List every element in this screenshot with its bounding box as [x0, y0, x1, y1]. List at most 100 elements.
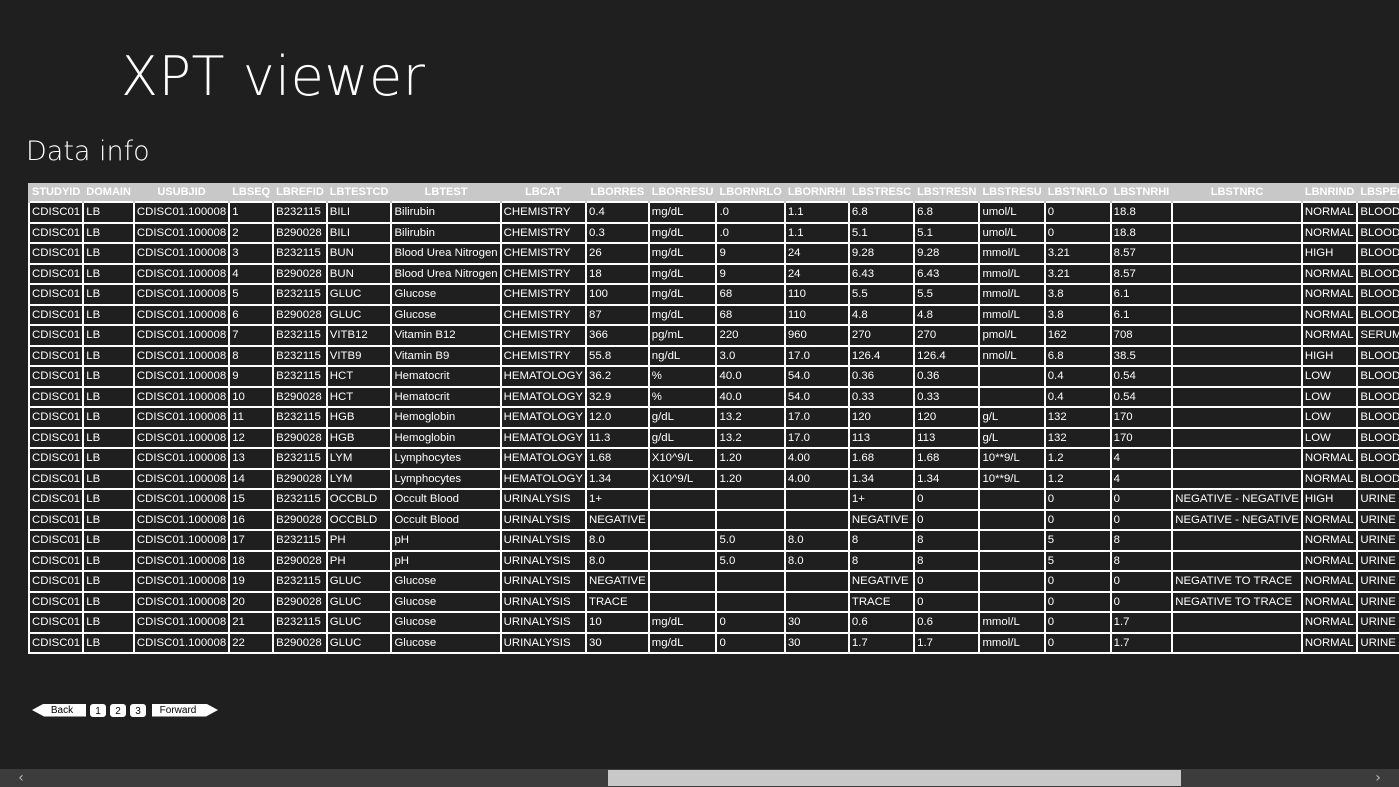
table-cell-studyid[interactable]: CDISC01	[28, 385, 85, 408]
table-cell-lbstresu[interactable]: mmol/L	[978, 262, 1046, 285]
table-cell-lbornrlo[interactable]: 5.0	[715, 529, 786, 552]
table-cell-lbstresu[interactable]: pmol/L	[978, 324, 1046, 347]
table-cell-lbstnrhi[interactable]: 8.57	[1109, 242, 1174, 265]
table-cell-lbornrhi[interactable]	[783, 590, 850, 613]
table-cell-lbspec[interactable]: BLOOD	[1356, 447, 1399, 470]
table-cell-lbnrind[interactable]: NORMAL	[1300, 467, 1359, 490]
table-cell-lborres[interactable]: 26	[584, 242, 650, 265]
column-header-lbstresn[interactable]: LBSTRESN	[913, 183, 980, 202]
table-cell-domain[interactable]: LB	[82, 324, 135, 347]
column-header-lbtest[interactable]: LBTEST	[390, 183, 501, 202]
table-cell-lbseq[interactable]: 22	[228, 631, 275, 654]
table-cell-lbstnrc[interactable]	[1171, 262, 1303, 285]
table-cell-lbstnrhi[interactable]: 1.7	[1109, 611, 1174, 634]
table-cell-domain[interactable]: LB	[82, 283, 135, 306]
table-cell-lbstnrhi[interactable]: 708	[1109, 324, 1174, 347]
table-cell-studyid[interactable]: CDISC01	[28, 467, 85, 490]
table-cell-lbstresn[interactable]: 6.8	[913, 201, 981, 224]
table-cell-lbstnrc[interactable]	[1171, 406, 1303, 429]
table-cell-lbcat[interactable]: HEMATOLOGY	[499, 426, 587, 449]
table-cell-lbstresn[interactable]: 0.33	[913, 385, 981, 408]
table-cell-lbnrind[interactable]: HIGH	[1300, 242, 1359, 265]
table-cell-lbnrind[interactable]: HIGH	[1300, 344, 1359, 367]
table-cell-lbstresu[interactable]	[978, 508, 1046, 531]
table-cell-lbrefid[interactable]: B290028	[272, 385, 328, 408]
table-cell-lbstnrc[interactable]: NEGATIVE - NEGATIVE	[1171, 488, 1303, 511]
table-cell-lborres[interactable]: 1.34	[584, 467, 650, 490]
table-cell-studyid[interactable]: CDISC01	[28, 549, 85, 572]
table-cell-lbcat[interactable]: HEMATOLOGY	[499, 406, 587, 429]
table-cell-lbtestcd[interactable]: OCCBLD	[325, 488, 393, 511]
table-cell-lbrefid[interactable]: B232115	[272, 529, 328, 552]
table-cell-usubjid[interactable]: CDISC01.100008	[132, 631, 231, 654]
table-cell-lbtest[interactable]: Bilirubin	[390, 201, 502, 224]
table-cell-usubjid[interactable]: CDISC01.100008	[132, 529, 231, 552]
table-cell-lbspec[interactable]: BLOOD	[1356, 283, 1399, 306]
table-cell-lbstnrlo[interactable]: 5	[1043, 529, 1112, 552]
table-cell-lbstnrlo[interactable]: 6.8	[1043, 344, 1112, 367]
table-cell-lbstresn[interactable]: 8	[913, 529, 981, 552]
table-cell-lbtestcd[interactable]: BUN	[325, 242, 393, 265]
table-cell-lbspec[interactable]: BLOOD	[1356, 344, 1399, 367]
table-cell-lbstnrc[interactable]	[1171, 447, 1303, 470]
table-cell-lbstresc[interactable]: 0.33	[847, 385, 916, 408]
table-cell-lbspec[interactable]: URINE	[1356, 611, 1399, 634]
table-row[interactable]: CDISC01 LB CDISC01.100008 5 B232115 GLUC Gluco…	[28, 283, 1399, 306]
table-row[interactable]: CDISC01 LB CDISC01.100008 20 B290028 GLUC Gluc…	[28, 590, 1399, 613]
table-cell-lbcat[interactable]: URINALYSIS	[499, 529, 587, 552]
table-cell-lbstnrhi[interactable]: 170	[1109, 426, 1174, 449]
table-cell-lbstresu[interactable]	[978, 488, 1046, 511]
table-cell-studyid[interactable]: CDISC01	[28, 570, 85, 593]
table-cell-lbrefid[interactable]: B290028	[272, 303, 328, 326]
table-cell-lbstnrhi[interactable]: 0.54	[1109, 365, 1174, 388]
table-cell-lbcat[interactable]: URINALYSIS	[499, 549, 587, 572]
table-cell-lborres[interactable]: 0.3	[584, 221, 650, 244]
column-header-lbstnrhi[interactable]: LBSTNRHI	[1109, 183, 1173, 202]
table-cell-lborresu[interactable]: mg/dL	[647, 201, 718, 224]
table-cell-domain[interactable]: LB	[82, 529, 135, 552]
table-cell-lbornrhi[interactable]: 17.0	[783, 344, 850, 367]
table-cell-lborresu[interactable]	[647, 488, 718, 511]
table-row[interactable]: CDISC01 LB CDISC01.100008 8 B232115 VITB9 Vita…	[28, 344, 1399, 367]
table-cell-lbrefid[interactable]: B232115	[272, 242, 328, 265]
table-cell-lbtest[interactable]: Glucose	[390, 590, 502, 613]
table-cell-lbstresu[interactable]: mmol/L	[978, 631, 1046, 654]
table-cell-domain[interactable]: LB	[82, 590, 135, 613]
table-cell-studyid[interactable]: CDISC01	[28, 631, 85, 654]
table-cell-lbcat[interactable]: HEMATOLOGY	[499, 365, 587, 388]
table-cell-lbstresc[interactable]: 120	[847, 406, 916, 429]
table-cell-lborres[interactable]: 366	[584, 324, 650, 347]
table-cell-lborresu[interactable]: %	[647, 365, 718, 388]
page-button-1[interactable]: 1	[90, 703, 106, 717]
table-cell-lbstresu[interactable]: 10**9/L	[978, 447, 1046, 470]
table-cell-lbornrlo[interactable]: 9	[715, 242, 786, 265]
table-cell-lbtestcd[interactable]: PH	[325, 549, 393, 572]
table-cell-lbrefid[interactable]: B290028	[272, 467, 328, 490]
table-cell-lbrefid[interactable]: B290028	[272, 590, 328, 613]
table-cell-lbstresn[interactable]: 0	[913, 488, 981, 511]
table-cell-lbornrlo[interactable]: 0	[715, 611, 786, 634]
table-cell-lbornrhi[interactable]: 1.1	[783, 201, 850, 224]
table-cell-studyid[interactable]: CDISC01	[28, 324, 85, 347]
table-cell-lbrefid[interactable]: B232115	[272, 201, 328, 224]
table-cell-domain[interactable]: LB	[82, 344, 135, 367]
table-cell-lbspec[interactable]: URINE	[1356, 488, 1399, 511]
table-cell-studyid[interactable]: CDISC01	[28, 365, 85, 388]
table-cell-studyid[interactable]: CDISC01	[28, 242, 85, 265]
table-cell-lbnrind[interactable]: NORMAL	[1300, 283, 1359, 306]
table-cell-lbornrlo[interactable]: 40.0	[715, 385, 786, 408]
table-cell-lbornrlo[interactable]: 1.20	[715, 447, 786, 470]
table-cell-lbseq[interactable]: 14	[228, 467, 275, 490]
table-cell-lbspec[interactable]: BLOOD	[1356, 221, 1399, 244]
table-cell-lbstresn[interactable]: 8	[913, 549, 981, 572]
table-cell-lbstresc[interactable]: 1+	[847, 488, 916, 511]
table-cell-lbornrlo[interactable]	[715, 488, 786, 511]
table-cell-lbrefid[interactable]: B232115	[272, 570, 328, 593]
table-cell-studyid[interactable]: CDISC01	[28, 529, 85, 552]
table-row[interactable]: CDISC01 LB CDISC01.100008 12 B290028 HGB Hemog…	[28, 426, 1399, 449]
table-cell-lbseq[interactable]: 12	[228, 426, 275, 449]
table-cell-lbseq[interactable]: 16	[228, 508, 275, 531]
table-cell-lbtestcd[interactable]: GLUC	[325, 590, 393, 613]
table-cell-lbstresu[interactable]: mmol/L	[978, 283, 1046, 306]
column-header-lbcat[interactable]: LBCAT	[499, 183, 586, 202]
